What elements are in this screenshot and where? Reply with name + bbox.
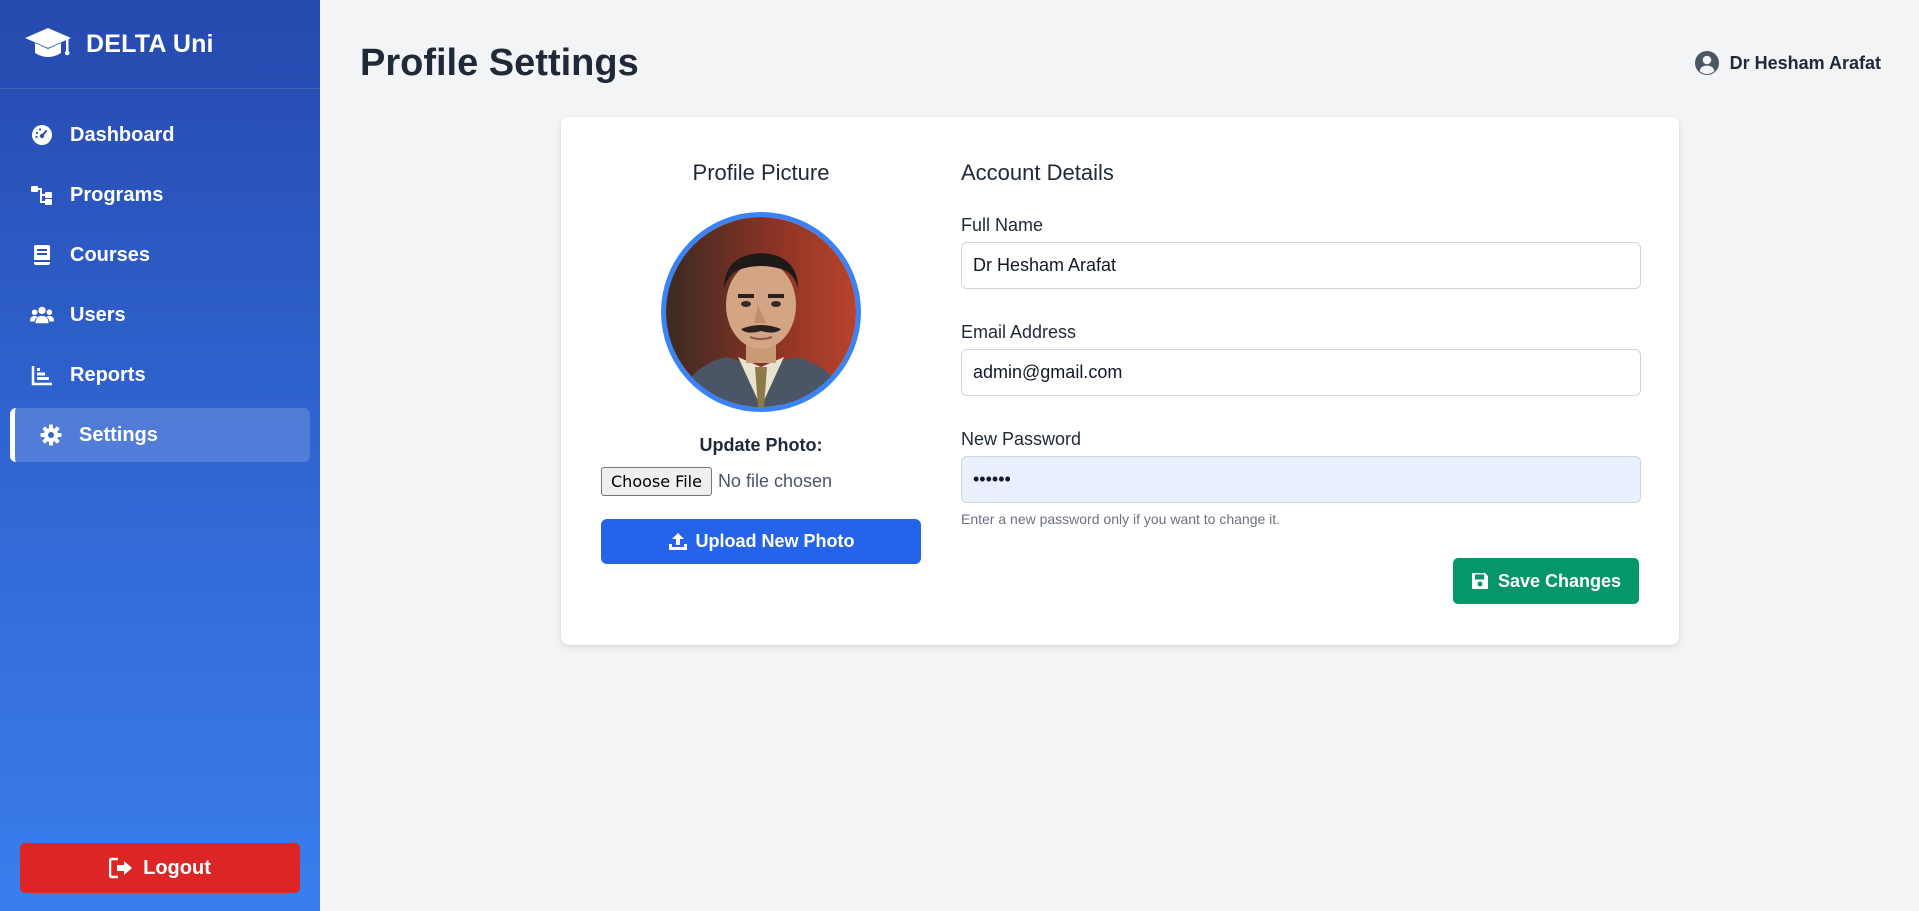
user-menu[interactable]: Dr Hesham Arafat — [1694, 50, 1881, 76]
users-icon — [30, 303, 54, 327]
full-name-field[interactable]: Dr Hesham Arafat — [961, 242, 1641, 289]
user-circle-icon — [1694, 50, 1720, 76]
sidebar-item-dashboard[interactable]: Dashboard — [10, 108, 310, 162]
sign-out-icon — [109, 856, 133, 880]
upload-photo-button[interactable]: Upload New Photo — [601, 519, 921, 564]
sitemap-icon — [30, 183, 54, 207]
profile-settings-card: Profile Picture Update Photo: Choose Fil… — [561, 117, 1679, 645]
sidebar-item-label: Dashboard — [70, 123, 175, 146]
email-label: Email Address — [961, 322, 1077, 342]
choose-file-button[interactable]: Choose File — [601, 467, 712, 496]
graduation-cap-icon — [24, 24, 72, 64]
floppy-disk-icon — [1471, 572, 1489, 590]
brand-name: DELTA Uni — [86, 29, 214, 58]
sidebar-item-label: Courses — [70, 243, 151, 266]
sidebar-item-programs[interactable]: Programs — [10, 168, 310, 222]
sidebar-item-reports[interactable]: Reports — [10, 348, 310, 402]
save-changes-label: Save Changes — [1497, 570, 1622, 591]
book-icon — [30, 243, 54, 267]
user-name: Dr Hesham Arafat — [1729, 52, 1881, 73]
new-password-label: New Password — [961, 429, 1082, 449]
file-input: Choose File No file chosen — [601, 467, 832, 496]
new-password-field[interactable]: •••••• — [961, 456, 1641, 503]
brand[interactable]: DELTA Uni — [0, 0, 320, 89]
sidebar: DELTA Uni Dashboard Programs Courses Use… — [0, 0, 320, 911]
gauge-icon — [30, 123, 54, 147]
profile-picture-heading: Profile Picture — [692, 160, 830, 185]
email-field[interactable]: admin@gmail.com — [961, 349, 1641, 396]
upload-photo-label: Upload New Photo — [695, 531, 855, 551]
file-status-text: No file chosen — [717, 471, 833, 491]
account-details-heading: Account Details — [961, 160, 1114, 185]
gear-icon — [39, 423, 63, 447]
logout-button[interactable]: Logout — [20, 843, 300, 893]
chart-icon — [30, 363, 54, 387]
logout-label: Logout — [143, 856, 211, 879]
save-changes-button[interactable]: Save Changes — [1453, 558, 1639, 604]
password-hint: Enter a new password only if you want to… — [961, 511, 1281, 527]
page-title: Profile Settings — [360, 42, 639, 84]
full-name-label: Full Name — [961, 215, 1044, 235]
sidebar-nav: Dashboard Programs Courses Users Reports… — [0, 89, 320, 462]
sidebar-item-label: Users — [70, 303, 126, 326]
sidebar-item-label: Reports — [70, 363, 146, 386]
sidebar-item-settings[interactable]: Settings — [10, 408, 310, 462]
sidebar-item-courses[interactable]: Courses — [10, 228, 310, 282]
sidebar-item-users[interactable]: Users — [10, 288, 310, 342]
sidebar-item-label: Settings — [79, 423, 158, 446]
update-photo-label: Update Photo: — [699, 435, 823, 455]
avatar — [661, 212, 861, 412]
upload-icon — [668, 532, 688, 552]
sidebar-item-label: Programs — [70, 183, 164, 206]
